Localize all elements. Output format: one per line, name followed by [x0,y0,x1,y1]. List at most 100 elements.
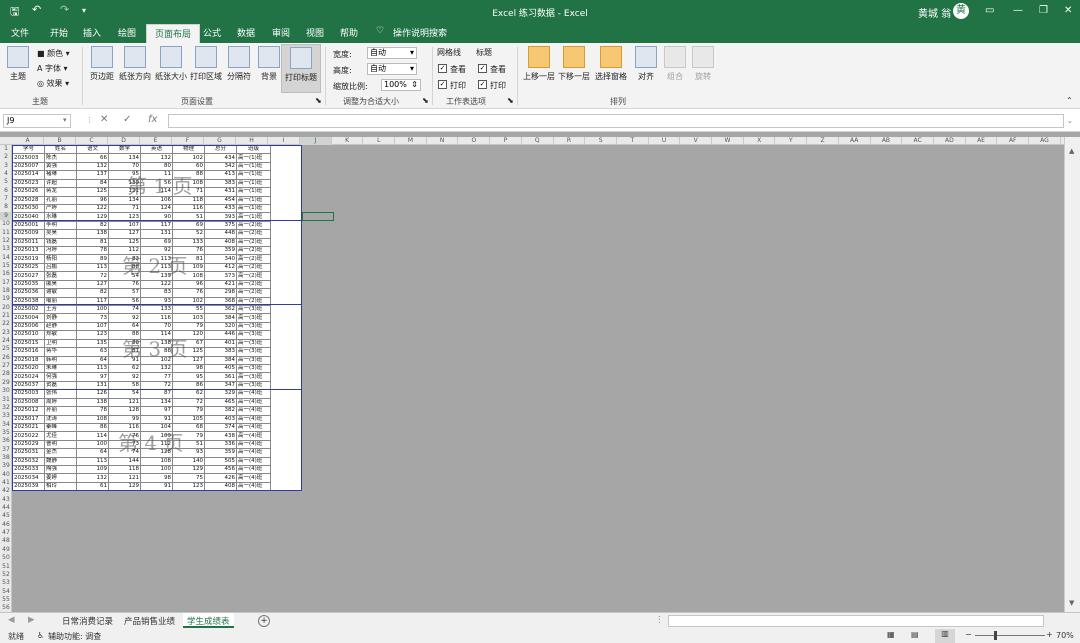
row-header[interactable]: 39 [0,462,12,470]
tab-file[interactable]: 文件 [11,26,29,39]
table-cell[interactable]: 117 [140,220,173,231]
sheet-tab-product-sales[interactable]: 产品销售业绩 [124,615,175,627]
table-cell[interactable]: 56 [108,296,141,307]
table-cell[interactable]: 喻丽 [44,296,77,307]
table-cell[interactable]: 高一(3)班 [236,355,271,365]
column-header-c[interactable]: C [76,137,108,145]
table-cell[interactable]: 93 [140,296,173,307]
row-header[interactable]: 47 [0,529,12,537]
tab-formulas[interactable]: 公式 [203,26,221,39]
zoom-slider[interactable] [975,635,1045,636]
table-cell[interactable]: 103 [172,313,205,323]
table-cell[interactable]: 高一(3)班 [236,363,271,374]
row-header[interactable]: 52 [0,571,12,579]
table-cell[interactable]: 107 [76,321,109,332]
table-cell[interactable]: 72 [76,271,109,281]
row-header[interactable]: 27 [0,362,12,370]
table-cell[interactable]: 陈杰 [44,153,77,163]
table-cell[interactable]: 57 [108,288,141,298]
table-cell[interactable]: 2025010 [12,330,45,340]
table-cell[interactable]: 高一(1)班 [236,212,271,222]
row-header[interactable]: 17 [0,279,12,287]
table-cell[interactable]: 高一(1)班 [236,187,271,197]
table-cell[interactable]: 卫明 [44,338,77,349]
formula-input[interactable] [168,114,1064,128]
table-cell[interactable]: 贺磊 [44,380,77,391]
row-header[interactable]: 36 [0,437,12,445]
row-header[interactable]: 44 [0,504,12,512]
vertical-scrollbar[interactable]: ▲ ▼ [1064,137,1080,612]
table-cell[interactable]: 高一(4)班 [236,431,271,441]
table-cell[interactable]: 118 [108,465,141,475]
table-cell[interactable]: 100 [140,465,173,475]
row-header[interactable]: 42 [0,487,12,495]
table-cell[interactable]: 127 [108,229,141,239]
table-cell[interactable]: 72 [172,397,205,408]
restore-icon[interactable]: ❐ [1039,5,1048,16]
table-cell[interactable]: 123 [76,330,109,340]
table-cell[interactable]: 尤佳 [44,431,77,441]
table-cell[interactable]: 129 [108,481,141,492]
table-cell[interactable]: 81 [76,237,109,248]
column-header-u[interactable]: U [649,137,681,145]
table-cell[interactable]: 2025037 [12,380,45,391]
table-cell[interactable]: 高一(2)班 [236,271,271,281]
row-header[interactable]: 13 [0,245,12,253]
table-cell[interactable]: 高一(4)班 [236,397,271,408]
table-cell[interactable]: 水琳 [44,212,77,222]
table-cell[interactable]: 109 [76,465,109,475]
zoom-out-button[interactable]: − [965,630,972,639]
table-cell[interactable]: 高一(2)班 [236,220,271,231]
table-cell[interactable]: 102 [172,296,205,307]
row-header[interactable]: 41 [0,479,12,487]
row-header[interactable]: 49 [0,546,12,554]
table-cell[interactable]: 431 [204,187,237,197]
table-cell[interactable]: 438 [204,431,237,441]
table-cell[interactable]: 359 [204,448,237,458]
table-cell[interactable]: 2025040 [12,212,45,222]
table-cell[interactable]: 2025024 [12,372,45,382]
table-cell[interactable]: 131 [76,380,109,391]
table-cell[interactable]: 124 [140,203,173,214]
table-cell[interactable]: 86 [172,380,205,391]
table-cell[interactable]: 2025034 [12,473,45,483]
row-header[interactable]: 15 [0,262,12,270]
table-cell[interactable]: 62 [172,389,205,399]
print-area-button[interactable]: 打印区域 [190,46,222,82]
column-header-z[interactable]: Z [807,137,839,145]
table-cell[interactable]: 426 [204,473,237,483]
tell-me-search[interactable]: 操作说明搜索 [393,26,447,39]
table-cell[interactable]: 82 [76,220,109,231]
normal-view-icon[interactable]: ▦ [887,630,895,639]
table-cell[interactable]: 2025031 [12,448,45,458]
table-cell[interactable]: 69 [172,220,205,231]
insert-function-icon[interactable]: fx [148,114,157,125]
table-cell[interactable]: 高一(3)班 [236,321,271,332]
table-cell[interactable]: 王芳 [44,304,77,315]
close-icon[interactable]: ✕ [1064,5,1072,16]
table-cell[interactable]: 125 [76,187,109,197]
name-box-dropdown-icon[interactable]: ▾ [63,116,67,124]
column-header-d[interactable]: D [108,137,140,145]
header-cell[interactable]: 语文 [76,144,109,155]
table-cell[interactable]: 2025022 [12,431,45,441]
table-cell[interactable]: 132 [140,363,173,374]
scroll-up-icon[interactable]: ▲ [1069,147,1074,155]
column-header-m[interactable]: M [395,137,427,145]
print-titles-button[interactable]: 打印标题 [281,44,321,93]
table-cell[interactable]: 133 [172,237,205,248]
table-cell[interactable]: 116 [172,203,205,214]
table-cell[interactable]: 434 [204,153,237,163]
table-cell[interactable]: 2025013 [12,246,45,256]
table-cell[interactable]: 144 [108,456,141,467]
table-cell[interactable]: 137 [76,170,109,180]
name-box[interactable]: J9 [3,114,71,128]
row-header[interactable]: 19 [0,295,12,303]
column-header-ab[interactable]: AB [871,137,903,145]
table-cell[interactable]: 72 [140,380,173,391]
table-cell[interactable]: 405 [204,363,237,374]
column-header-n[interactable]: N [427,137,459,145]
table-cell[interactable]: 134 [140,397,173,408]
table-cell[interactable]: 368 [204,296,237,307]
header-cell[interactable]: 物理 [172,144,205,155]
